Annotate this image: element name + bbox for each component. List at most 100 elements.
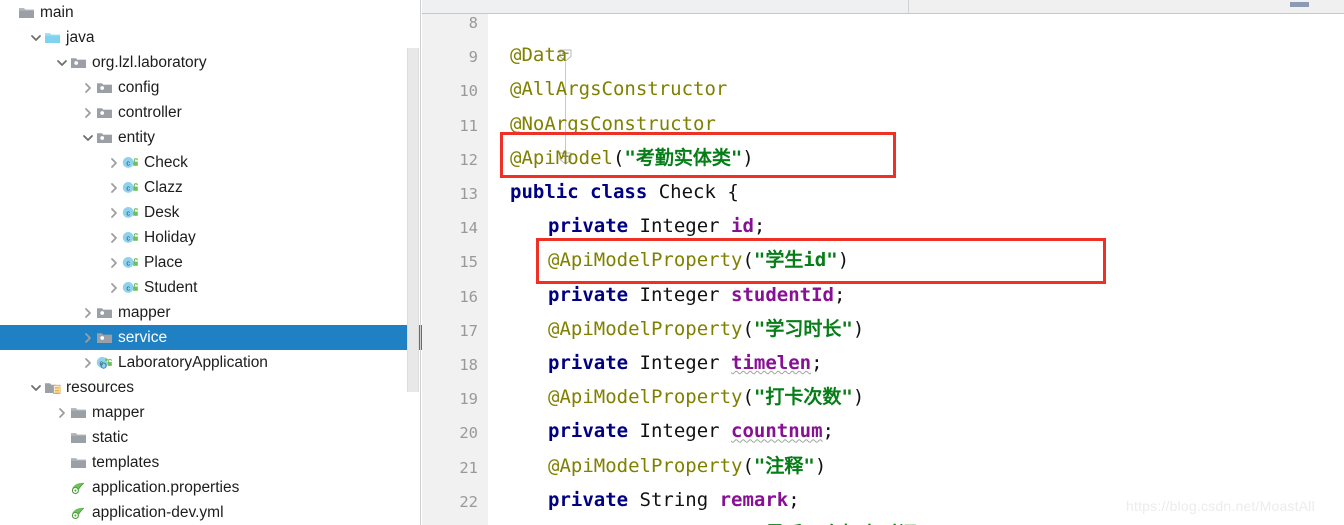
code-content[interactable]: @Data @AllArgsConstructor @NoArgsConstruct… [510,14,1344,525]
code-token: "考勤实体类" [624,146,743,169]
tree-item-resources[interactable]: resources [0,375,422,400]
code-line[interactable]: @ApiModelProperty("注释") [510,455,826,477]
code-line[interactable]: @NoArgsConstructor [510,113,716,135]
code-line[interactable]: private Integer studentId; [510,284,845,306]
tree-item-config[interactable]: config [0,75,422,100]
tree-item-mapper[interactable]: mapper [0,400,422,425]
tree-item-label: controller [118,103,182,121]
chevron-right-icon[interactable] [106,255,122,271]
code-line[interactable]: private String remark; [510,489,800,511]
chevron-right-icon[interactable] [106,180,122,196]
code-token: id [731,215,754,238]
code-token: class [590,181,659,203]
tree-item-desk[interactable]: c Desk [0,200,422,225]
code-token: ) [742,146,754,169]
code-token: "学生id" [753,249,838,272]
folder-gray-icon [70,454,87,471]
tree-item-place[interactable]: c Place [0,250,422,275]
line-number-gutter: 891011121314151617181920212223 [422,14,488,525]
tree-item-holiday[interactable]: c Holiday [0,225,422,250]
code-line[interactable]: private Integer countnum; [510,420,834,442]
folder-package-icon [96,304,113,321]
code-editor[interactable]: 891011121314151617181920212223 @Data@All… [422,14,1344,525]
tree-item-service[interactable]: service [0,325,422,350]
tree-item-org-lzl-laboratory[interactable]: org.lzl.laboratory [0,50,422,75]
project-tree-panel[interactable]: main java org.lzl.laboratory config controll… [0,0,422,525]
code-line[interactable]: @ApiModelProperty("学习时长") [510,318,864,340]
chevron-right-icon[interactable] [106,155,122,171]
code-token: countnum [731,420,823,443]
chevron-down-icon[interactable] [28,30,44,46]
code-line[interactable]: private Integer timelen; [510,352,823,374]
line-number: 16 [459,287,478,306]
spring-class-icon: c [96,354,113,371]
code-token: Integer [639,420,732,443]
tree-item-label: java [66,28,95,46]
line-number: 17 [459,321,478,340]
code-token: ) [852,317,865,340]
chevron-down-icon[interactable] [80,130,96,146]
code-token: ( [612,146,625,169]
tree-item-mapper[interactable]: mapper [0,300,422,325]
tree-item-templates[interactable]: templates [0,450,422,475]
chevron-right-icon[interactable] [80,330,96,346]
chevron-right-icon[interactable] [106,280,122,296]
code-token: "打卡次数" [753,386,853,409]
tree-item-application-properties[interactable]: application.properties [0,475,422,500]
tree-item-label: Clazz [144,178,183,196]
tree-item-label: Holiday [144,228,196,246]
chevron-down-icon[interactable] [54,55,70,71]
java-class-icon: c [122,154,139,171]
code-line[interactable]: public class Check { [510,181,739,203]
code-line[interactable]: @ApiModelProperty("打卡次数") [510,386,864,408]
chevron-right-icon[interactable] [80,80,96,96]
code-line[interactable]: @ApiModel("考勤实体类") [510,147,754,169]
code-token: Integer [639,352,732,374]
code-line[interactable]: @ApiModelProperty("学生id") [510,249,849,271]
chevron-right-icon[interactable] [54,405,70,421]
tree-item-main[interactable]: main [0,0,422,25]
tree-item-label: Student [144,278,198,296]
chevron-right-icon[interactable] [106,230,122,246]
chevron-right-icon[interactable] [80,305,96,321]
code-line[interactable]: @Data [510,44,567,66]
tree-item-static[interactable]: static [0,425,422,450]
code-token: private [548,420,640,443]
code-token: ( [742,386,754,409]
tree-item-label: Check [144,153,188,171]
java-class-icon: c [122,179,139,196]
chevron-right-icon[interactable] [106,205,122,221]
chevron-placeholder-icon [54,430,70,446]
code-line[interactable]: private Integer id; [510,215,765,237]
code-line[interactable]: @AllArgsConstructor [510,78,727,100]
tree-item-label: mapper [118,303,171,321]
tree-item-student[interactable]: c Student [0,275,422,300]
tree-item-application-dev-yml[interactable]: application-dev.yml [0,500,422,525]
tree-item-java[interactable]: java [0,25,422,50]
top-strip-segment-right [422,0,909,13]
chevron-down-icon[interactable] [28,380,44,396]
chevron-placeholder-icon [54,455,70,471]
tree-item-controller[interactable]: controller [0,100,422,125]
svg-text:c: c [126,258,130,267]
tree-item-laboratoryapplication[interactable]: c LaboratoryApplication [0,350,422,375]
svg-text:c: c [126,283,130,292]
tree-item-entity[interactable]: entity [0,125,422,150]
chevron-right-icon[interactable] [80,105,96,121]
chevron-right-icon[interactable] [80,355,96,371]
code-token: public [510,181,591,203]
sidebar-scrollbar[interactable] [407,48,419,392]
tree-item-label: config [118,78,160,96]
code-folding-gutter[interactable] [488,14,572,525]
scroll-marker-icon[interactable] [1290,2,1309,7]
code-token: @Data [510,44,568,67]
code-token: ; [833,283,846,306]
tree-item-check[interactable]: c Check [0,150,422,175]
line-number: 9 [468,48,478,67]
folder-gray-icon [18,4,35,21]
tree-item-clazz[interactable]: c Clazz [0,175,422,200]
